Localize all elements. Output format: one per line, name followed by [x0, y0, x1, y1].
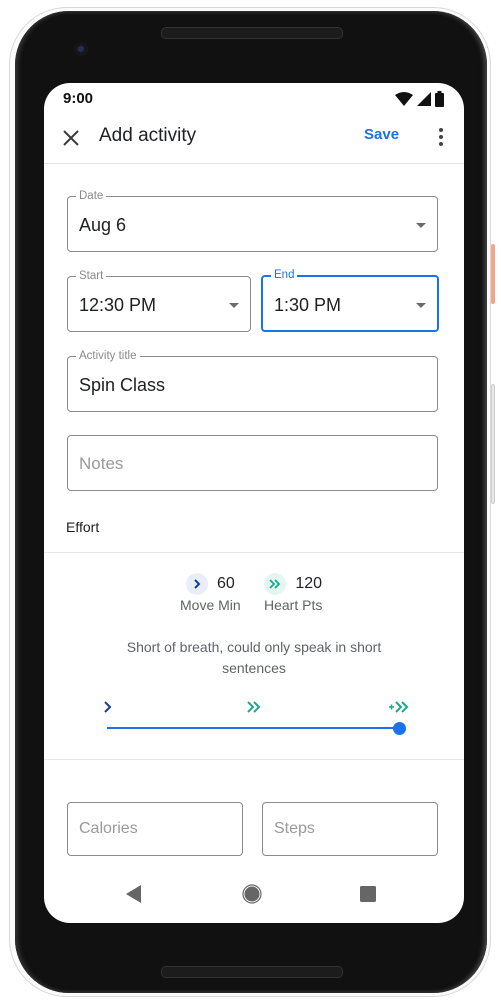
status-time: 9:00 — [63, 90, 94, 107]
notes-placeholder: Notes — [79, 454, 124, 473]
cellular-signal-icon — [417, 92, 431, 111]
effort-slider-track[interactable] — [107, 727, 399, 729]
date-label: Date — [76, 189, 107, 203]
close-button[interactable] — [58, 125, 84, 151]
move-min-label: Move Min — [180, 597, 241, 613]
close-icon — [63, 130, 79, 146]
page-title: Add activity — [99, 125, 197, 146]
start-label: Start — [76, 269, 107, 283]
status-icons — [395, 91, 444, 112]
more-vert-icon — [439, 128, 443, 132]
status-bar: 9:00 — [44, 83, 464, 113]
more-options-button[interactable] — [432, 124, 450, 150]
heart-pts-stat: 120 Heart Pts — [264, 573, 322, 613]
heart-pts-label: Heart Pts — [264, 597, 323, 613]
steps-placeholder: Steps — [274, 820, 315, 837]
power-button[interactable] — [491, 244, 495, 304]
recents-button[interactable] — [360, 886, 376, 907]
back-icon — [126, 885, 141, 903]
app-bar: Add activity Save — [44, 113, 464, 164]
recents-icon — [360, 886, 376, 902]
back-button[interactable] — [126, 885, 142, 908]
heart-pts-icon — [264, 573, 287, 595]
end-label: End — [271, 268, 298, 282]
activity-title-label: Activity title — [76, 349, 140, 363]
divider — [44, 759, 464, 760]
start-value: 12:30 PM — [79, 295, 157, 315]
date-value: Aug 6 — [79, 215, 127, 235]
steps-field[interactable]: Steps — [262, 802, 438, 856]
front-camera — [74, 42, 88, 56]
home-icon — [242, 884, 262, 904]
calories-placeholder: Calories — [79, 820, 138, 837]
bottom-speaker — [161, 966, 343, 978]
navigation-bar — [44, 873, 464, 921]
screen: 9:00 Add activity Save Date Aug 6 Start … — [44, 83, 464, 923]
end-time-dropdown[interactable]: End 1:30 PM — [261, 268, 439, 332]
effort-heading: Effort — [66, 519, 100, 535]
more-vert-dot — [439, 142, 443, 146]
end-value: 1:30 PM — [274, 295, 342, 315]
save-button[interactable]: Save — [364, 126, 399, 143]
volume-button[interactable] — [491, 384, 495, 504]
divider — [44, 552, 464, 553]
effort-slider-thumb[interactable] — [393, 722, 406, 735]
chevron-down-icon — [229, 303, 239, 308]
activity-title-field[interactable]: Activity title Spin Class — [67, 349, 438, 412]
wifi-icon — [395, 92, 413, 111]
notes-field[interactable]: Notes — [67, 435, 438, 491]
home-button[interactable] — [242, 884, 262, 909]
battery-icon — [435, 91, 444, 112]
start-time-dropdown[interactable]: Start 12:30 PM — [67, 269, 251, 332]
light-intensity-icon — [104, 700, 112, 718]
heart-pts-value: 120 — [295, 575, 323, 592]
move-min-stat: 60 Move Min — [180, 573, 241, 613]
more-vert-dot — [439, 135, 443, 139]
activity-title-value: Spin Class — [79, 375, 166, 395]
vigorous-intensity-icon — [389, 700, 409, 718]
effort-description: Short of breath, could only speak in sho… — [126, 639, 382, 676]
earpiece-speaker — [161, 27, 343, 39]
chevron-down-icon — [416, 303, 426, 308]
moderate-intensity-icon — [247, 700, 261, 718]
move-min-icon — [185, 573, 208, 595]
date-dropdown[interactable]: Date Aug 6 — [67, 189, 438, 252]
chevron-down-icon — [416, 223, 426, 228]
move-min-value: 60 — [216, 575, 235, 592]
calories-field[interactable]: Calories — [67, 802, 243, 856]
